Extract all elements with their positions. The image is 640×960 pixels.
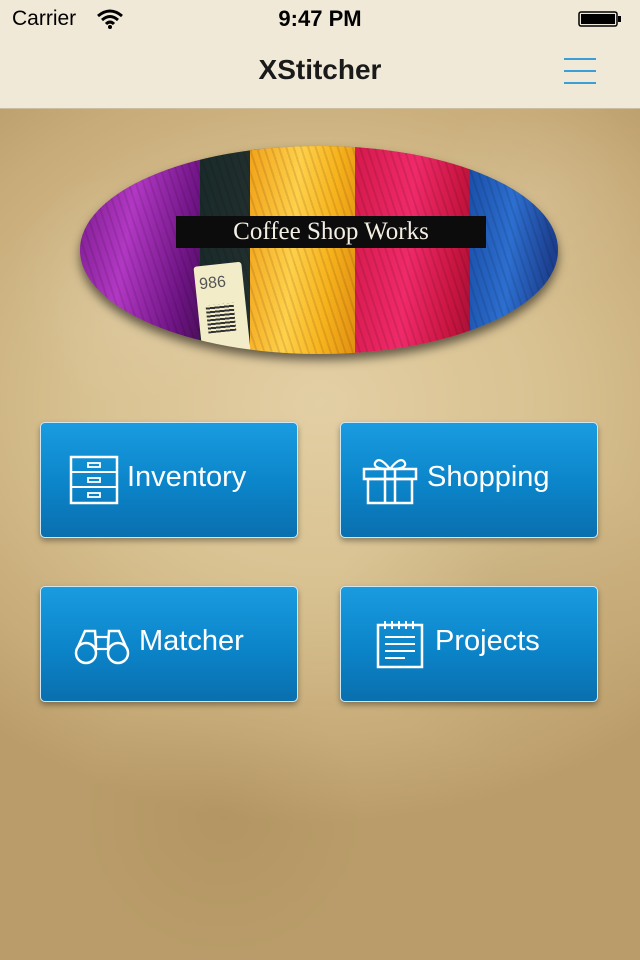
inventory-label: Inventory	[127, 461, 247, 493]
battery-icon	[578, 11, 621, 27]
shopping-label: Shopping	[427, 461, 550, 493]
projects-button[interactable]: Projects	[340, 586, 598, 702]
barcode-icon	[205, 302, 237, 334]
clock: 9:47 PM	[278, 6, 362, 31]
tag-number: 986	[198, 273, 227, 294]
drawers-icon	[69, 455, 119, 505]
gift-icon	[362, 459, 418, 505]
inventory-button[interactable]: Inventory	[40, 422, 298, 538]
status-bar: Carrier 9:47 PM	[0, 0, 640, 40]
thread-texture	[80, 146, 558, 354]
thread-tag: 986	[193, 261, 251, 354]
matcher-label: Matcher	[139, 625, 244, 657]
binoculars-icon	[74, 629, 130, 665]
logo-image: 986 Coffee Shop Works	[80, 146, 558, 354]
matcher-button[interactable]: Matcher	[40, 586, 298, 702]
notepad-icon	[376, 621, 424, 669]
shopping-button[interactable]: Shopping	[340, 422, 598, 538]
page-title: XStitcher	[258, 54, 382, 85]
projects-label: Projects	[435, 625, 540, 657]
hamburger-menu-icon[interactable]	[556, 52, 604, 92]
navigation-bar: XStitcher	[0, 40, 640, 109]
logo-caption: Coffee Shop Works	[176, 216, 486, 248]
